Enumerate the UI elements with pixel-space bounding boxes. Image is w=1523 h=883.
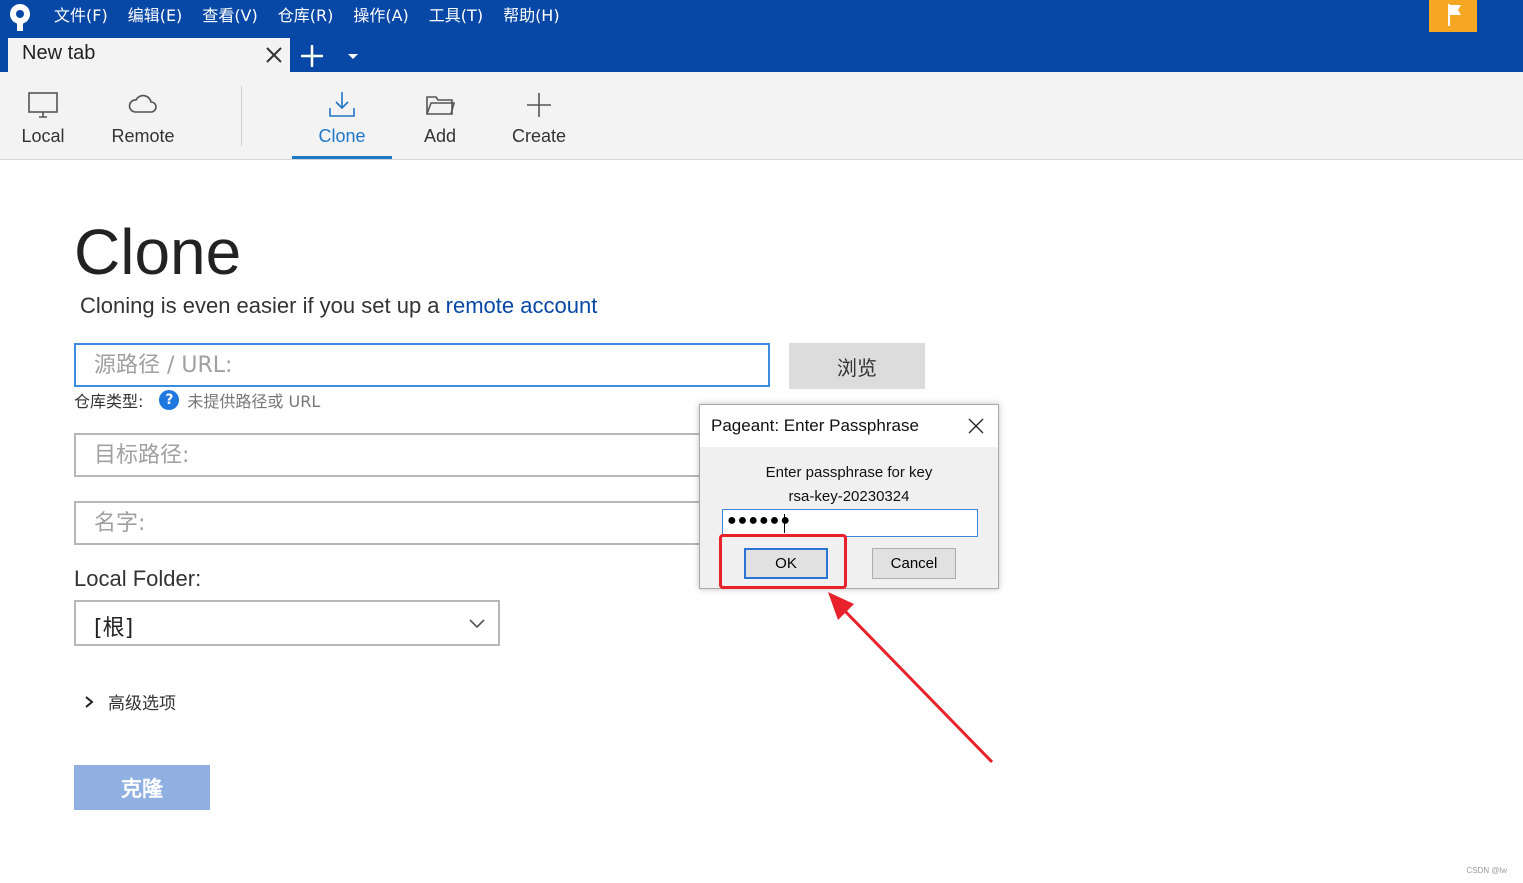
key-name: rsa-key-20230324: [788, 488, 910, 505]
toolbar-remote-label: Remote: [111, 126, 175, 146]
passphrase-mask: ●●●●●●: [727, 512, 791, 529]
chevron-right-icon: [85, 695, 94, 708]
flag-icon: [1448, 4, 1461, 26]
source-url-field[interactable]: [74, 343, 770, 387]
toolbar-separator: [241, 86, 242, 146]
close-icon[interactable]: [264, 45, 284, 65]
source-url-input[interactable]: [76, 345, 768, 385]
repo-type-note: 未提供路径或 URL: [187, 392, 321, 411]
menu-file[interactable]: 文件(F): [44, 3, 118, 29]
sourcetree-logo-icon: [10, 4, 31, 31]
toolbar-add[interactable]: Add: [400, 72, 480, 159]
repo-type-label: 仓库类型:: [74, 392, 144, 411]
annotation-arrow-icon: [828, 592, 994, 764]
tab-new[interactable]: New tab: [8, 38, 290, 72]
menu-actions[interactable]: 操作(A): [343, 3, 418, 29]
browse-button[interactable]: 浏览: [789, 343, 925, 389]
folder-icon: [426, 96, 456, 115]
cancel-button[interactable]: Cancel: [872, 548, 956, 579]
repo-type-row: 仓库类型: ? 未提供路径或 URL: [74, 388, 320, 412]
clone-button[interactable]: 克隆: [74, 765, 210, 810]
monitor-icon: [28, 92, 58, 118]
local-folder-label: Local Folder:: [74, 566, 202, 591]
chevron-down-icon[interactable]: [344, 48, 362, 64]
menu-edit[interactable]: 编辑(E): [118, 3, 193, 29]
add-tab-icon[interactable]: [298, 42, 326, 70]
toolbar-local-label: Local: [21, 126, 65, 146]
help-icon: ?: [159, 390, 180, 410]
tab-title: New tab: [22, 42, 96, 64]
close-icon[interactable]: [968, 418, 984, 434]
local-folder-select[interactable]: [根]: [74, 600, 500, 646]
advanced-options-toggle[interactable]: 高级选项: [82, 689, 176, 714]
toolbar-clone-label: Clone: [318, 126, 366, 146]
title-bar: 文件(F) 编辑(E) 查看(V) 仓库(R) 操作(A) 工具(T) 帮助(H…: [0, 0, 1523, 72]
download-icon: [329, 92, 355, 117]
active-tab-indicator: [292, 156, 392, 159]
text-caret: [784, 514, 785, 533]
dialog-titlebar: Pageant: Enter Passphrase: [700, 405, 998, 447]
toolbar: Local Remote Clone Add Create: [0, 72, 1523, 160]
dialog-message-line1: Enter passphrase for key: [765, 464, 933, 481]
local-folder-value: [根]: [94, 616, 134, 641]
plus-icon: [527, 93, 551, 117]
cloud-icon: [128, 94, 157, 113]
menu-help[interactable]: 帮助(H): [493, 3, 570, 29]
toolbar-remote[interactable]: Remote: [96, 72, 190, 159]
subtitle-text: Cloning is even easier if you set up a: [80, 293, 440, 318]
menu-tools[interactable]: 工具(T): [419, 3, 493, 29]
menu-repository[interactable]: 仓库(R): [268, 3, 344, 29]
passphrase-input[interactable]: ●●●●●●: [722, 509, 978, 537]
toolbar-create-label: Create: [511, 126, 567, 146]
notifications-button[interactable]: [1429, 0, 1477, 32]
page-title: Clone: [74, 216, 242, 288]
watermark: CSDN @lw: [1466, 866, 1507, 875]
toolbar-add-label: Add: [423, 126, 457, 146]
dialog-title: Pageant: Enter Passphrase: [711, 416, 919, 435]
menu-bar: 文件(F) 编辑(E) 查看(V) 仓库(R) 操作(A) 工具(T) 帮助(H…: [44, 3, 570, 29]
toolbar-clone[interactable]: Clone: [292, 72, 392, 159]
remote-account-link[interactable]: remote account: [446, 293, 598, 318]
menu-view[interactable]: 查看(V): [192, 3, 267, 29]
dialog-message: Enter passphrase for key rsa-key-2023032…: [700, 461, 998, 509]
chevron-down-icon: [469, 619, 485, 629]
advanced-options-label: 高级选项: [108, 694, 176, 714]
toolbar-local[interactable]: Local: [0, 72, 86, 159]
toolbar-create[interactable]: Create: [496, 72, 582, 159]
annotation-highlight-box: [719, 534, 847, 589]
page-subtitle: Cloning is even easier if you set up a r…: [80, 293, 597, 319]
